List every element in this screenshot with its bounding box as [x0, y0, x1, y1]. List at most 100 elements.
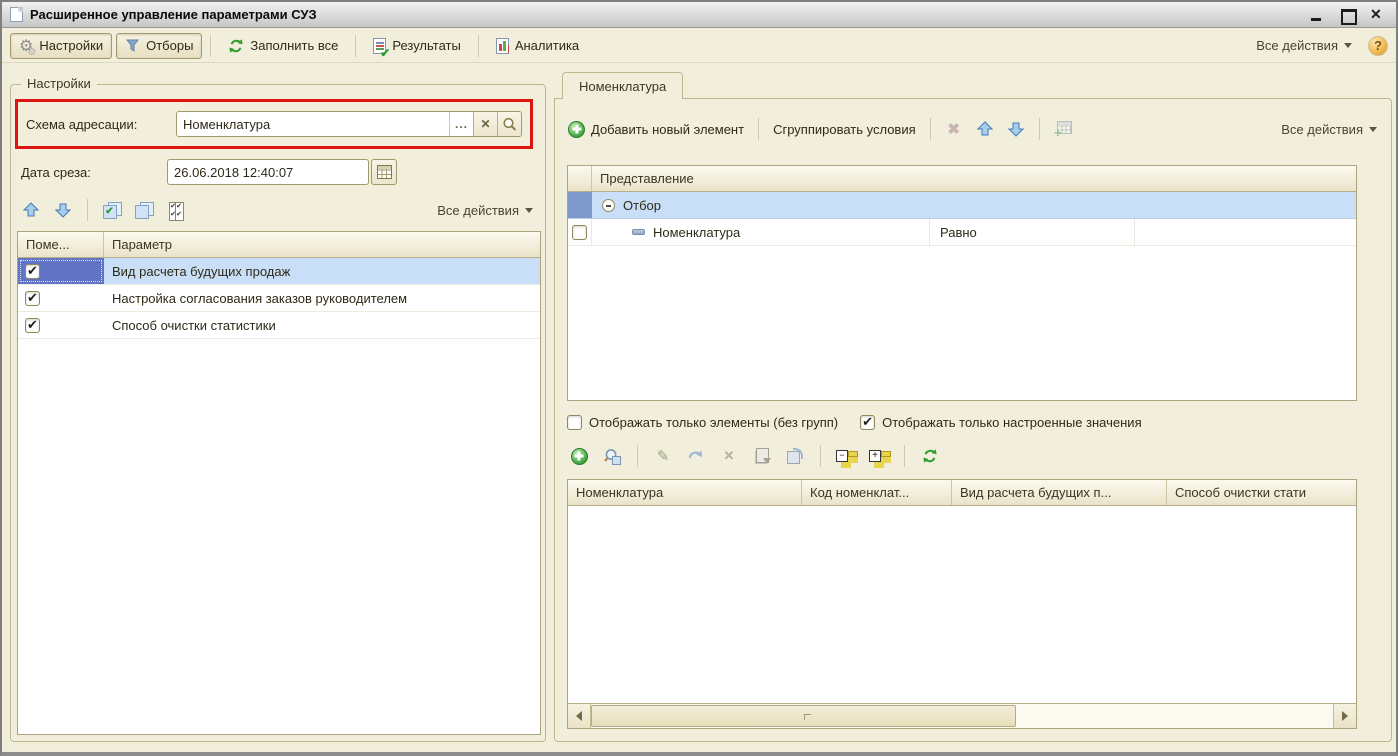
window-title: Расширенное управление параметрами СУЗ [30, 7, 317, 22]
value-cell[interactable] [1135, 219, 1356, 245]
use-checkbox[interactable] [572, 225, 587, 240]
collapse-minus-circle-icon[interactable] [602, 199, 615, 212]
main-all-actions-button[interactable]: Все действия [1252, 38, 1356, 53]
scheme-input[interactable]: Номенклатура [177, 112, 449, 136]
open-settings-button-disabled[interactable] [1051, 117, 1075, 141]
only-elements-label: Отображать только элементы (без групп) [589, 415, 838, 430]
param-cell[interactable]: Способ очистки статистики [104, 312, 540, 338]
column-header: Вид расчета будущих п... [952, 480, 1167, 505]
move-down-button[interactable] [51, 198, 75, 222]
copy-button-disabled[interactable] [750, 444, 774, 468]
only-configured-checkbox[interactable] [860, 415, 875, 430]
maximize-icon[interactable] [1340, 8, 1354, 22]
scheme-select-button[interactable]: ... [449, 112, 473, 136]
group-row-marker [568, 192, 592, 218]
delete-button-disabled[interactable] [942, 117, 966, 141]
results-button[interactable]: Результаты [364, 33, 469, 59]
display-options: Отображать только элементы (без групп) О… [567, 411, 1379, 433]
invert-marks-button[interactable] [164, 198, 188, 222]
scrollbar-thumb[interactable] [591, 705, 1016, 727]
row-checkbox[interactable] [25, 318, 40, 333]
param-row[interactable]: Настройка согласования заказов руководит… [18, 285, 540, 312]
field-cell[interactable]: Номенклатура [592, 219, 930, 245]
pencil-icon [657, 447, 670, 465]
groupbox-title: Настройки [21, 76, 97, 91]
param-row[interactable]: Вид расчета будущих продаж [18, 258, 540, 285]
group-label: Отбор [623, 198, 661, 213]
toolbar-separator [758, 118, 759, 140]
fill-all-button[interactable]: Заполнить все [219, 33, 347, 59]
paste-button-disabled[interactable] [783, 444, 807, 468]
filter-all-actions-button[interactable]: Все действия [1277, 122, 1381, 137]
column-header: Номенклатура [568, 480, 802, 505]
search-plus-icon [604, 448, 620, 464]
down-arrow-icon [55, 202, 71, 218]
refresh-values-button[interactable] [918, 444, 942, 468]
gears-icon [19, 36, 33, 56]
column-header-use [568, 166, 592, 191]
toolbar-separator [930, 118, 931, 140]
param-cell[interactable]: Вид расчета будущих продаж [104, 258, 540, 284]
only-elements-option[interactable]: Отображать только элементы (без групп) [567, 415, 838, 430]
values-table-body[interactable] [568, 506, 1356, 703]
scheme-open-button[interactable] [497, 112, 521, 136]
toolbar-separator [637, 445, 638, 467]
only-configured-option[interactable]: Отображать только настроенные значения [860, 415, 1142, 430]
find-button[interactable] [600, 444, 624, 468]
group-conditions-button[interactable]: Сгруппировать условия [770, 116, 919, 142]
add-value-button[interactable] [567, 444, 591, 468]
param-cell[interactable]: Настройка согласования заказов руководит… [104, 285, 540, 311]
dash-icon [632, 229, 645, 235]
redo-button-disabled[interactable] [684, 444, 708, 468]
scheme-field[interactable]: Номенклатура ... [176, 111, 522, 137]
filter-group-row[interactable]: Отбор [568, 192, 1356, 219]
only-elements-checkbox[interactable] [567, 415, 582, 430]
close-icon[interactable] [1370, 8, 1384, 22]
filters-button[interactable]: Отборы [116, 33, 202, 59]
param-row[interactable]: Способ очистки статистики [18, 312, 540, 339]
minimize-icon[interactable] [1310, 8, 1324, 22]
move-down-button[interactable] [1004, 117, 1028, 141]
help-button[interactable]: ? [1368, 36, 1388, 56]
collapse-all-button[interactable] [834, 444, 858, 468]
uncheck-all-button[interactable] [132, 198, 156, 222]
scroll-left-button[interactable] [568, 704, 591, 728]
row-checkbox[interactable] [25, 291, 40, 306]
row-checkbox[interactable] [25, 264, 40, 279]
analytics-button[interactable]: Аналитика [487, 33, 588, 59]
column-header: Код номенклат... [802, 480, 952, 505]
settings-groupbox: Настройки Схема адресации: Номенклатура … [10, 84, 546, 742]
delete-value-button-disabled[interactable] [717, 444, 741, 468]
group-cell[interactable]: Отбор [592, 192, 1356, 218]
scheme-clear-button[interactable] [473, 112, 497, 136]
tab-nomenklatura[interactable]: Номенклатура [562, 72, 683, 99]
horizontal-scrollbar[interactable] [568, 703, 1356, 728]
analytics-button-label: Аналитика [515, 38, 579, 53]
move-up-button[interactable] [19, 198, 43, 222]
scroll-left-icon [576, 711, 582, 721]
params-all-actions-button[interactable]: Все действия [433, 203, 537, 218]
settings-button[interactable]: Настройки [10, 33, 112, 59]
all-actions-label: Все действия [1256, 38, 1338, 53]
condition-cell[interactable]: Равно [930, 219, 1135, 245]
add-element-button[interactable]: Добавить новый элемент [565, 116, 747, 142]
date-input[interactable]: 26.06.2018 12:40:07 [167, 159, 369, 185]
toolbar-separator [87, 199, 88, 221]
invert-marks-icon [169, 202, 184, 219]
filter-item-row[interactable]: Номенклатура Равно [568, 219, 1356, 246]
field-label: Номенклатура [653, 225, 740, 240]
scroll-right-button[interactable] [1333, 704, 1356, 728]
scrollbar-track[interactable] [1016, 704, 1333, 728]
move-up-button[interactable] [973, 117, 997, 141]
date-picker-button[interactable] [371, 159, 397, 185]
edit-button-disabled[interactable] [651, 444, 675, 468]
chart-doc-icon [496, 38, 509, 54]
redo-arrow-icon [688, 448, 704, 465]
delete-x-icon [947, 120, 960, 138]
check-all-button[interactable] [100, 198, 124, 222]
filter-toolbar: Добавить новый элемент Сгруппировать усл… [565, 115, 1381, 143]
toolbar-separator [820, 445, 821, 467]
scheme-label: Схема адресации: [26, 117, 172, 132]
expand-all-button[interactable] [867, 444, 891, 468]
values-table: Номенклатура Код номенклат... Вид расчет… [567, 479, 1357, 729]
